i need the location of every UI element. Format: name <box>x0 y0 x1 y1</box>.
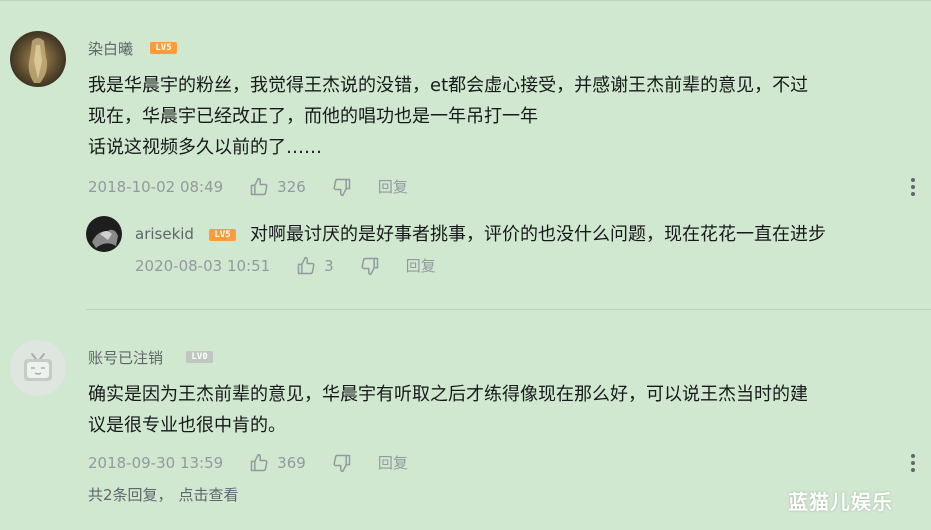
comment-meta: 2018-09-30 13:59 369 回复 <box>88 452 408 473</box>
replies-count: 共2条回复， <box>88 486 173 504</box>
like-button[interactable]: 326 <box>249 177 306 197</box>
comment-line: 议是很专业也很中肯的。 <box>88 415 286 436</box>
more-vertical-icon[interactable] <box>911 454 915 472</box>
comment-meta: 2018-10-02 08:49 326 回复 <box>88 176 408 197</box>
comment-line: 话说这视频多久以前的了…… <box>88 137 322 158</box>
reply-content: 对啊最讨厌的是好事者挑事，评价的也没什么问题，现在花花一直在进步 <box>250 224 826 245</box>
comment-line: 现在，华晨宇已经改正了，而他的唱功也是一年吊打一年 <box>88 106 538 127</box>
like-count: 369 <box>277 453 306 472</box>
thumbs-up-icon <box>250 177 268 195</box>
level-badge: LV5 <box>209 229 236 241</box>
view-replies: 共2条回复， 点击查看 <box>88 484 239 505</box>
tv-mascot-icon <box>10 340 66 396</box>
level-badge: LV5 <box>150 42 177 54</box>
comment-content: 确实是因为王杰前辈的意见，华晨宇有听取之后才练得像现在那么好，可以说王杰当时的建… <box>88 379 808 441</box>
top-divider <box>0 0 931 1</box>
comment-content: 我是华晨宇的粉丝，我觉得王杰说的没错，et都会虚心接受，并感谢王杰前辈的意见，不… <box>88 70 808 163</box>
reply-time: 2020-08-03 10:51 <box>135 256 271 275</box>
comment-username[interactable]: 账号已注销 <box>88 347 163 368</box>
reply-meta: 2020-08-03 10:51 3 回复 <box>135 255 436 276</box>
thumbs-down-icon <box>361 257 378 275</box>
comment-line: 确实是因为王杰前辈的意见，华晨宇有听取之后才练得像现在那么好，可以说王杰当时的建 <box>88 384 808 405</box>
comment-username[interactable]: 染白曦 <box>88 38 133 59</box>
thumbs-up-icon <box>297 256 315 274</box>
like-button[interactable]: 3 <box>296 256 334 276</box>
view-replies-link[interactable]: 点击查看 <box>179 486 239 504</box>
comment-time: 2018-09-30 13:59 <box>88 453 224 472</box>
reply-username[interactable]: arisekid <box>135 225 194 243</box>
like-count: 3 <box>324 256 334 275</box>
like-count: 326 <box>277 177 306 196</box>
reply-button[interactable]: 回复 <box>406 255 436 276</box>
comment-divider <box>86 309 931 310</box>
reply-button[interactable]: 回复 <box>378 452 408 473</box>
thumbs-up-icon <box>250 453 268 471</box>
level-badge: LV0 <box>186 351 213 363</box>
avatar[interactable] <box>10 340 66 396</box>
thumbs-down-icon <box>333 178 351 196</box>
dislike-button[interactable] <box>332 453 352 473</box>
watermark: 蓝猫儿娱乐 <box>788 490 893 514</box>
like-button[interactable]: 369 <box>249 453 306 473</box>
avatar[interactable] <box>10 31 66 87</box>
thumbs-down-icon <box>333 454 351 472</box>
comment-line: 我是华晨宇的粉丝，我觉得王杰说的没错，et都会虚心接受，并感谢王杰前辈的意见，不… <box>88 75 809 96</box>
reply-button[interactable]: 回复 <box>378 176 408 197</box>
avatar[interactable] <box>86 216 122 252</box>
more-vertical-icon[interactable] <box>911 178 915 196</box>
dislike-button[interactable] <box>332 177 352 197</box>
comment-time: 2018-10-02 08:49 <box>88 177 224 196</box>
dislike-button[interactable] <box>360 256 380 276</box>
